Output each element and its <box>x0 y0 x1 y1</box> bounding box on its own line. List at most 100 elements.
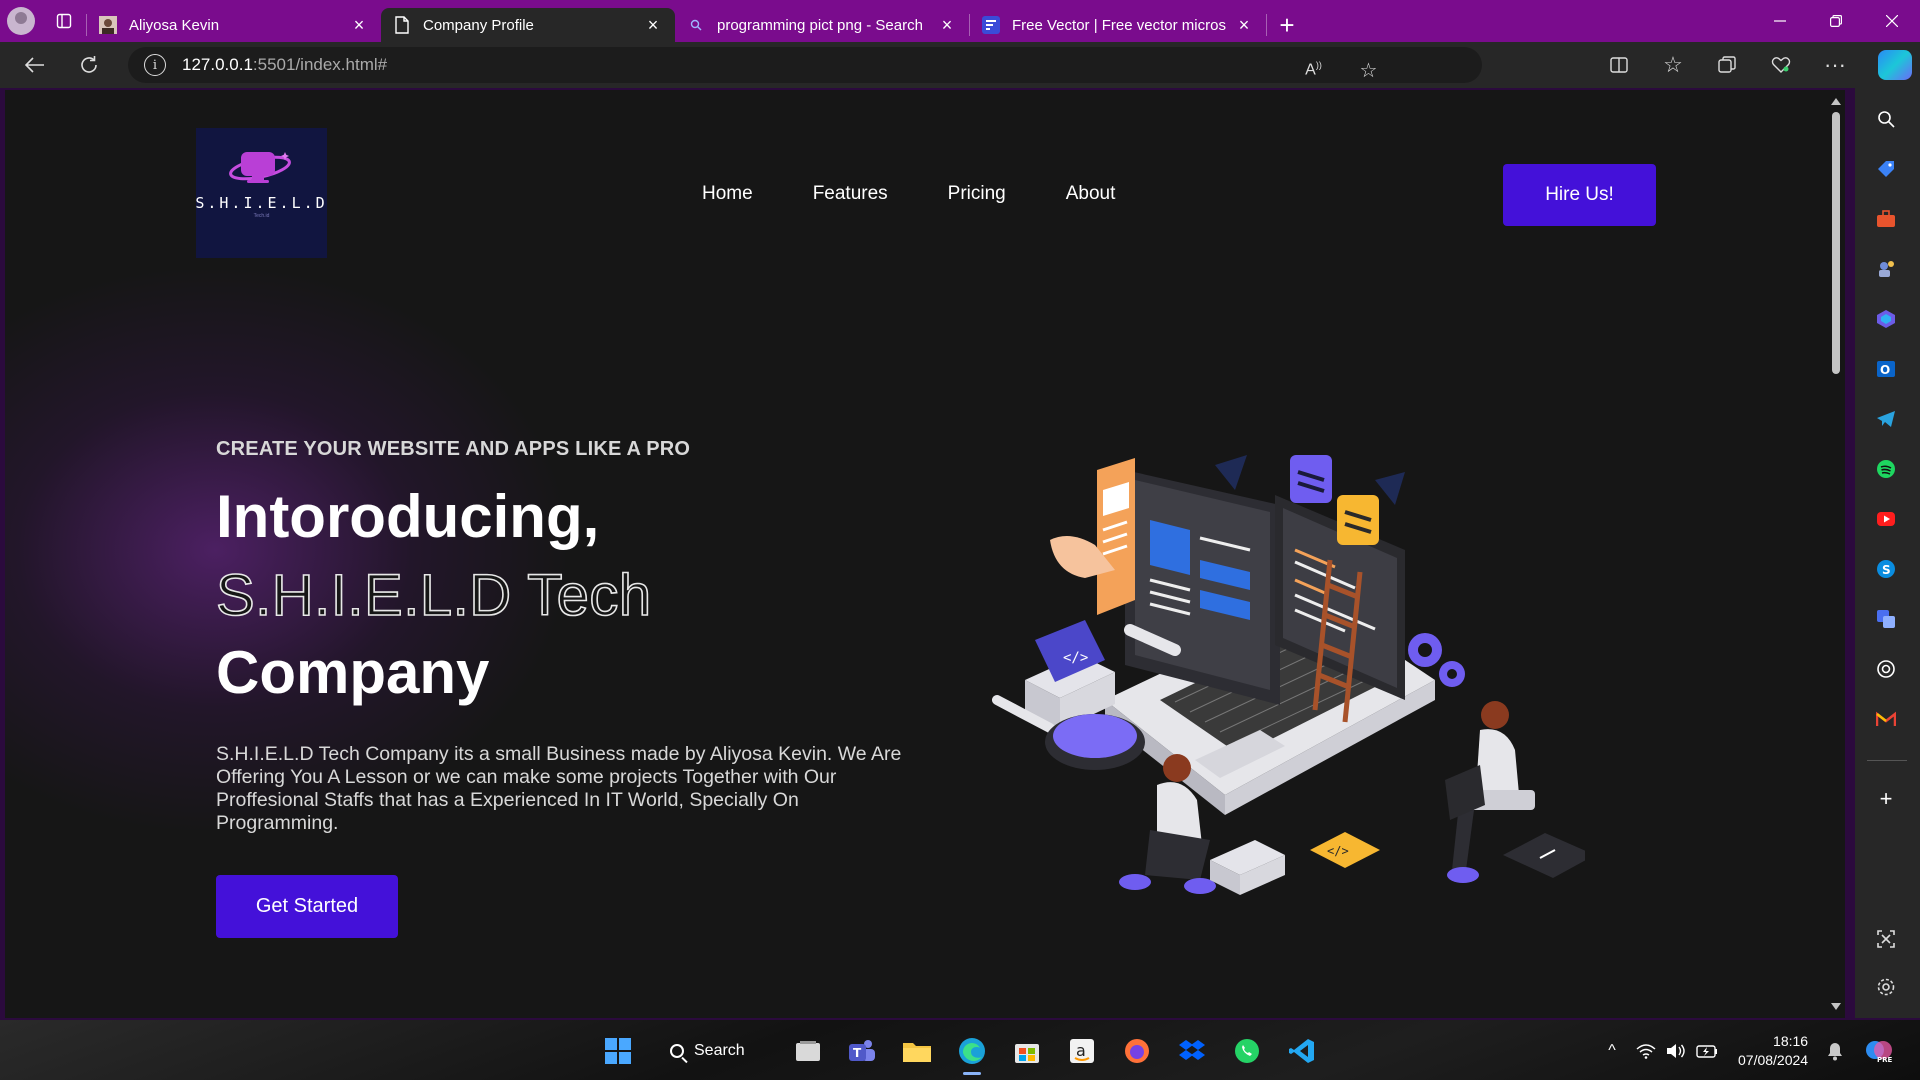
hero-eyebrow: CREATE YOUR WEBSITE AND APPS LIKE A PRO <box>216 438 691 460</box>
scroll-up-arrow-icon[interactable] <box>1831 98 1841 105</box>
tab-title: Company Profile <box>423 16 534 34</box>
tab-programming-search[interactable]: programming pict png - Search × <box>675 8 969 42</box>
hero-headline-outline: S.H.I.E.L.D Tech <box>215 562 652 629</box>
refresh-icon <box>81 56 97 73</box>
tab-actions-icon <box>56 13 72 29</box>
refresh-button[interactable] <box>62 42 116 88</box>
edge-browser-icon[interactable] <box>955 1034 989 1068</box>
edge-active-indicator <box>963 1072 981 1075</box>
svg-text:</>: </> <box>1327 844 1349 858</box>
show-hidden-icons-chevron-up-icon[interactable]: ^ <box>1598 1042 1626 1060</box>
sidebar-copilot-icon[interactable] <box>1873 306 1899 332</box>
sidebar-tools-icon[interactable] <box>1873 206 1899 232</box>
tab-close-icon[interactable]: × <box>1234 15 1254 36</box>
favorites-button[interactable]: ☆ <box>1646 42 1700 88</box>
main-nav: Home Features Pricing About <box>702 183 1175 205</box>
close-window-button[interactable] <box>1864 0 1920 42</box>
scroll-down-arrow-icon[interactable] <box>1831 1003 1841 1010</box>
taskbar-clock[interactable]: 18:16 07/08/2024 <box>1738 1032 1808 1070</box>
tab-close-icon[interactable]: × <box>643 15 663 36</box>
svg-text:PRE: PRE <box>1877 1056 1893 1064</box>
wifi-icon[interactable] <box>1636 1043 1656 1059</box>
logo-subtext: Tech.id <box>253 213 270 219</box>
firefox-icon[interactable] <box>1120 1034 1154 1068</box>
amazon-icon[interactable]: a <box>1065 1034 1099 1068</box>
new-tab-button[interactable]: + <box>1267 8 1307 42</box>
sidebar-add-icon[interactable]: + <box>1873 786 1899 812</box>
nav-features[interactable]: Features <box>813 183 888 205</box>
profile-avatar-icon <box>7 7 35 35</box>
taskbar-search[interactable]: Search <box>670 1034 745 1068</box>
sidebar-skype-icon[interactable]: S <box>1873 556 1899 582</box>
tab-close-icon[interactable]: × <box>349 15 369 36</box>
sidebar-screenshot-icon[interactable] <box>1873 926 1899 952</box>
notification-bell-icon[interactable] <box>1818 1034 1852 1068</box>
favorite-star-button[interactable]: ☆ <box>1341 47 1396 93</box>
file-explorer-icon[interactable] <box>900 1034 934 1068</box>
dropbox-icon[interactable] <box>1175 1034 1209 1068</box>
hero-description: S.H.I.E.L.D Tech Company its a small Bus… <box>216 743 902 834</box>
sidebar-chatgpt-icon[interactable] <box>1873 656 1899 682</box>
whatsapp-icon[interactable] <box>1230 1034 1264 1068</box>
tab-company-profile[interactable]: Company Profile × <box>381 8 675 42</box>
read-aloud-button[interactable]: A)) <box>1286 47 1341 93</box>
hire-us-button[interactable]: Hire Us! <box>1503 164 1656 226</box>
site-info-icon[interactable]: i <box>144 54 166 76</box>
tab-close-icon[interactable]: × <box>937 15 957 36</box>
minimize-button[interactable] <box>1752 0 1808 42</box>
tab-aliyosa-kevin[interactable]: Aliyosa Kevin × <box>87 8 381 42</box>
copilot-icon[interactable] <box>1878 50 1912 80</box>
nav-pricing[interactable]: Pricing <box>948 183 1006 205</box>
nav-about[interactable]: About <box>1066 183 1116 205</box>
arrow-left-icon <box>25 57 44 73</box>
tab-free-vector[interactable]: Free Vector | Free vector microsit × <box>970 8 1266 42</box>
collections-button[interactable] <box>1700 42 1754 88</box>
address-bar[interactable]: i 127.0.0.1:5501/index.html# A)) ☆ <box>128 47 1482 83</box>
sidebar-gmail-icon[interactable] <box>1873 706 1899 732</box>
more-options-button[interactable]: ··· <box>1808 42 1862 88</box>
url-host: 127.0.0.1 <box>182 55 253 74</box>
sidebar-telegram-icon[interactable] <box>1873 406 1899 432</box>
sidebar-youtube-icon[interactable] <box>1873 506 1899 532</box>
microsoft-store-icon[interactable] <box>1010 1034 1044 1068</box>
vscode-icon[interactable] <box>1285 1034 1319 1068</box>
sidebar-translator-icon[interactable] <box>1873 606 1899 632</box>
windows-start-icon[interactable] <box>601 1034 635 1068</box>
freepik-icon <box>982 16 1000 34</box>
sidebar-settings-gear-icon[interactable] <box>1873 974 1899 1000</box>
clock-date: 07/08/2024 <box>1738 1052 1809 1068</box>
tab-title: Free Vector | Free vector microsit <box>1012 16 1226 34</box>
sidebar-outlook-icon[interactable]: O <box>1873 356 1899 382</box>
sidebar-games-icon[interactable] <box>1873 256 1899 282</box>
profile-button[interactable] <box>0 0 42 42</box>
svg-text:</>: </> <box>1063 650 1088 666</box>
browser-essentials-button[interactable] <box>1754 42 1808 88</box>
tab-actions-button[interactable] <box>42 0 86 42</box>
close-icon <box>1886 15 1898 27</box>
sidebar-spotify-icon[interactable] <box>1873 456 1899 482</box>
restore-button[interactable] <box>1808 0 1864 42</box>
split-screen-button[interactable] <box>1592 42 1646 88</box>
sidebar-shopping-tag-icon[interactable] <box>1873 156 1899 182</box>
hero-headline-line1: Intoroducing, <box>216 483 600 550</box>
minimize-icon <box>1774 20 1786 22</box>
copilot-taskbar-icon[interactable]: PRE <box>1862 1034 1896 1068</box>
star-icon: ☆ <box>1359 59 1378 82</box>
monitor-planet-logo-icon <box>228 152 291 183</box>
nav-home[interactable]: Home <box>702 183 753 205</box>
back-button[interactable] <box>8 42 62 88</box>
sidebar-search-icon[interactable] <box>1873 106 1899 132</box>
company-logo[interactable]: S.H.I.E.L.D Tech.id <box>195 128 327 258</box>
split-screen-icon <box>1610 57 1628 73</box>
scrollbar-thumb[interactable] <box>1832 112 1840 374</box>
volume-icon[interactable] <box>1666 1043 1686 1059</box>
edge-sidebar: O S + <box>1855 88 1920 1018</box>
svg-text:O: O <box>1880 363 1890 377</box>
get-started-button[interactable]: Get Started <box>216 875 398 938</box>
task-view-icon[interactable] <box>791 1034 825 1068</box>
battery-charging-icon[interactable] <box>1696 1044 1718 1058</box>
read-aloud-icon: A)) <box>1305 60 1322 79</box>
teams-icon[interactable]: T <box>845 1034 879 1068</box>
vertical-scrollbar[interactable] <box>1827 90 1845 1018</box>
page-viewport: S.H.I.E.L.D Tech.id Home Features Pricin… <box>5 90 1845 1018</box>
